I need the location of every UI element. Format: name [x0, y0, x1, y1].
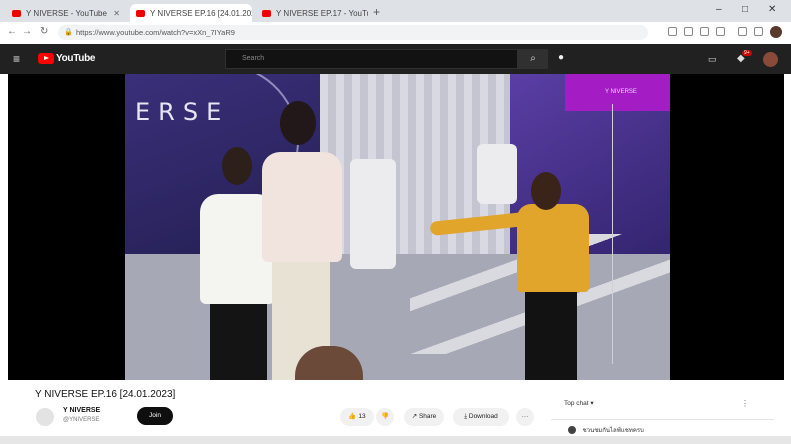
browser-toolbar: ← → ↻ 🔒 https://www.youtube.com/watch?v=… [0, 22, 791, 45]
microphone-icon[interactable]: ● [558, 52, 564, 63]
side-table [477, 144, 517, 204]
join-button[interactable]: Join [137, 407, 173, 425]
chat-message: ชวนชมกันไลฟ์แชทครบ [568, 425, 644, 435]
video-frame: ERSE Y NIVERSE [125, 74, 670, 380]
sidebar-icon[interactable] [754, 27, 763, 36]
youtube-favicon-icon [262, 9, 271, 17]
new-tab-icon[interactable]: + [373, 5, 380, 19]
download-label: Download [468, 413, 498, 420]
person-head [280, 101, 316, 145]
hamburger-menu-icon[interactable]: ≡ [13, 52, 20, 66]
dislike-button[interactable]: 👎 [376, 408, 394, 426]
person-legs [525, 286, 577, 380]
youtube-logo[interactable]: YouTube [38, 53, 96, 64]
lock-icon: 🔒 [64, 29, 73, 36]
address-bar[interactable]: 🔒 https://www.youtube.com/watch?v=xXn_7I… [58, 25, 648, 40]
share-icon: ↗ [411, 413, 418, 420]
pole [612, 104, 613, 364]
notifications-bell-icon[interactable]: ◆ 9+ [737, 50, 752, 64]
back-arrow-icon[interactable]: ← [7, 26, 17, 37]
create-video-icon[interactable]: ▭ [708, 54, 717, 65]
bookmark-star-icon[interactable] [716, 27, 725, 36]
video-player[interactable]: ERSE Y NIVERSE [8, 74, 784, 380]
badge-text: Y NIVERSE [605, 89, 637, 95]
reload-icon[interactable]: ↻ [40, 26, 48, 37]
download-button[interactable]: ⤓ Download [453, 408, 509, 426]
youtube-play-icon [38, 53, 54, 64]
chat-mode-label: Top chat [564, 400, 589, 407]
close-tab-icon[interactable]: ✕ [109, 9, 120, 18]
more-actions-button[interactable]: ··· [516, 408, 534, 426]
extension-icon[interactable] [668, 27, 677, 36]
browser-tab-bar: Y NIVERSE - YouTube ✕ Y NIVERSE EP.16 [2… [0, 0, 791, 22]
youtube-header: ≡ YouTube Search ⌕ ● ▭ ◆ 9+ [0, 44, 791, 74]
forward-arrow-icon[interactable]: → [22, 26, 32, 37]
channel-avatar[interactable] [36, 408, 54, 426]
chat-message-text: ชวนชมกันไลฟ์แชทครบ [582, 428, 644, 434]
url-text: https://www.youtube.com/watch?v=xXn_7IYa… [76, 28, 235, 37]
extension-icon[interactable] [700, 27, 709, 36]
channel-handle: @YNIVERSE [63, 417, 100, 423]
thumbs-up-icon: 👍 [348, 413, 357, 420]
extension-icon[interactable] [684, 27, 693, 36]
account-avatar[interactable] [763, 52, 778, 67]
chat-menu-icon[interactable]: ⋮ [741, 399, 749, 408]
chat-avatar [568, 426, 576, 435]
share-label: Share [418, 413, 437, 420]
person-3 [517, 204, 589, 292]
like-button[interactable]: 👍 13 [340, 408, 374, 426]
notification-badge: 9+ [742, 50, 752, 56]
search-button[interactable]: ⌕ [518, 49, 548, 69]
side-table [350, 159, 396, 269]
person-head [531, 172, 561, 210]
browser-tab-3[interactable]: Y NIVERSE EP.17 - YouTube ✕ [256, 4, 368, 22]
tab-label: Y NIVERSE EP.17 - YouTube [276, 8, 368, 18]
video-logo-badge: Y NIVERSE [565, 74, 670, 111]
maximize-window-icon[interactable]: □ [742, 4, 748, 15]
close-window-icon[interactable]: ✕ [768, 4, 776, 15]
chevron-down-icon: ▾ [590, 400, 594, 407]
thumbs-down-icon: 👎 [380, 413, 390, 420]
wall-lettering: ERSE [135, 98, 230, 126]
share-button[interactable]: ↗ Share [404, 408, 444, 426]
person-2 [262, 152, 342, 262]
divider [551, 419, 774, 420]
download-icon: ⤓ [464, 413, 468, 420]
video-title: Y NIVERSE EP.16 [24.01.2023] [35, 389, 176, 400]
search-input[interactable]: Search [225, 49, 518, 69]
channel-name[interactable]: Y NIVERSE [63, 407, 100, 414]
youtube-favicon-icon [12, 9, 21, 17]
taskbar-edge [0, 436, 791, 444]
youtube-favicon-icon [136, 9, 145, 17]
youtube-wordmark: YouTube [56, 53, 96, 64]
tab-label: Y NIVERSE - YouTube [26, 8, 107, 18]
minimize-window-icon[interactable]: – [716, 4, 722, 15]
person-head [222, 147, 252, 185]
profile-avatar[interactable] [770, 26, 782, 38]
like-count: 13 [358, 413, 366, 420]
browser-tab-1[interactable]: Y NIVERSE - YouTube ✕ [6, 4, 126, 22]
chat-mode-selector[interactable]: Top chat ▾ [564, 399, 594, 407]
browser-tab-2[interactable]: Y NIVERSE EP.16 [24.01.2023] ✕ [130, 4, 252, 22]
person-legs [210, 299, 267, 380]
tab-label: Y NIVERSE EP.16 [24.01.2023] [150, 8, 252, 18]
extensions-puzzle-icon[interactable] [738, 27, 747, 36]
